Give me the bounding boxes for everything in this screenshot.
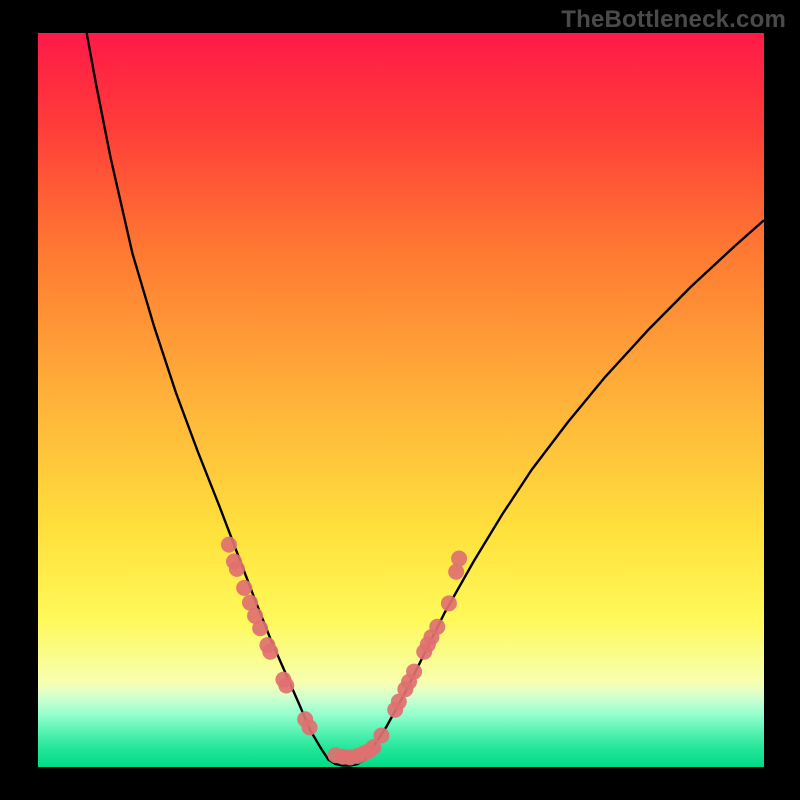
data-point <box>229 561 245 577</box>
data-point <box>236 580 252 596</box>
data-point <box>302 719 318 735</box>
data-point <box>252 620 268 636</box>
data-point <box>262 644 278 660</box>
plot-svg <box>0 0 800 800</box>
data-point <box>406 664 422 680</box>
data-point <box>429 619 445 635</box>
data-point <box>278 678 294 694</box>
chart-stage: TheBottleneck.com <box>0 0 800 800</box>
data-point <box>373 727 389 743</box>
watermark-text: TheBottleneck.com <box>561 6 786 34</box>
plot-background <box>38 33 764 767</box>
data-point <box>441 595 457 611</box>
data-point <box>451 551 467 567</box>
data-point <box>448 564 464 580</box>
data-point <box>221 537 237 553</box>
